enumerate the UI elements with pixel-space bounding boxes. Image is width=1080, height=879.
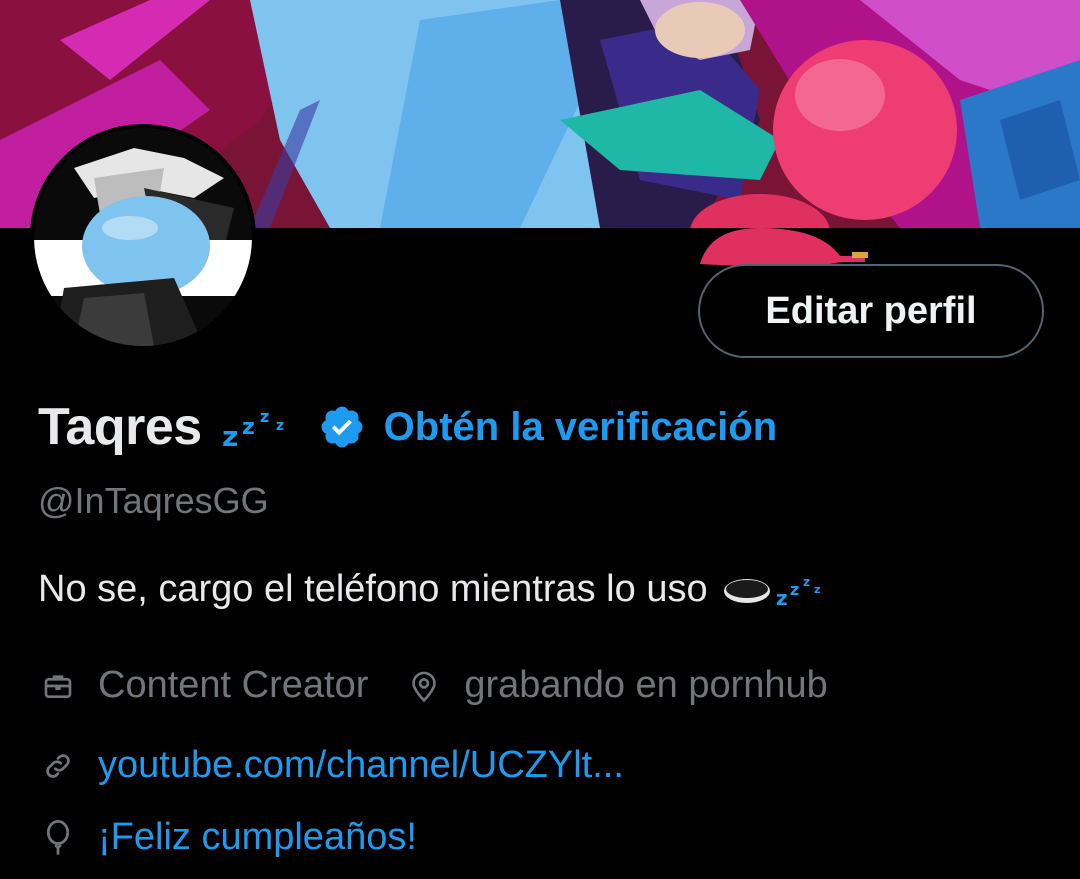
location-item: grabando en pornhub <box>404 664 828 707</box>
website-row: youtube.com/channel/UCZYlt... <box>38 744 624 787</box>
link-icon <box>38 746 78 786</box>
briefcase-icon <box>38 666 78 706</box>
svg-text:z: z <box>790 580 799 599</box>
location-text: grabando en pornhub <box>464 664 828 706</box>
svg-text:z: z <box>814 583 820 596</box>
profile-handle: @InTaqresGG <box>38 480 269 521</box>
verified-badge-icon[interactable] <box>318 403 366 451</box>
website-link[interactable]: youtube.com/channel/UCZYlt... <box>98 744 624 787</box>
profile-meta-row: Content Creator grabando en pornhub <box>38 664 828 707</box>
profile-bio: No se, cargo el teléfono mientras lo uso… <box>38 568 824 611</box>
svg-text:z: z <box>260 407 269 426</box>
svg-text:z: z <box>242 415 255 440</box>
svg-text:z: z <box>776 586 788 607</box>
location-pin-icon <box>404 666 444 706</box>
svg-text:z: z <box>803 575 810 589</box>
edit-profile-button[interactable]: Editar perfil <box>698 264 1044 358</box>
name-row: Taqres z z z z Obtén la verificación <box>38 392 777 462</box>
profile-avatar[interactable] <box>30 124 256 350</box>
bio-text: No se, cargo el teléfono mientras lo uso <box>38 568 708 610</box>
svg-text:z: z <box>222 420 238 450</box>
profession-label: Content Creator <box>98 664 369 706</box>
svg-text:z: z <box>276 418 284 434</box>
hole-emoji-icon <box>722 575 772 605</box>
birthday-row: ¡Feliz cumpleaños! <box>38 816 417 859</box>
display-name: Taqres <box>38 398 202 456</box>
birthday-link[interactable]: ¡Feliz cumpleaños! <box>98 816 417 859</box>
get-verified-link[interactable]: Obtén la verificación <box>384 405 777 450</box>
zzz-icon: z z z z <box>776 573 824 607</box>
zzz-icon: z z z z <box>222 404 296 450</box>
avatar-image <box>34 128 252 346</box>
balloon-icon <box>38 818 78 858</box>
